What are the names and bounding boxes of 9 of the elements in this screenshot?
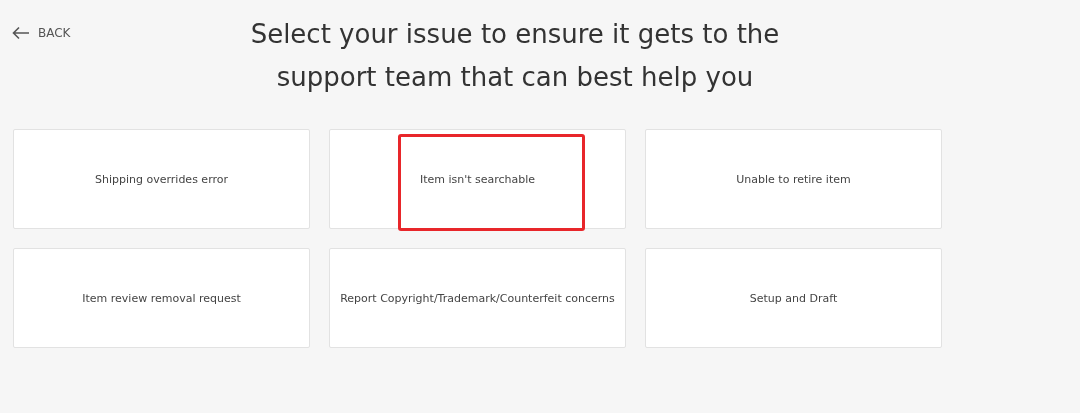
arrow-left-icon [12, 26, 30, 40]
issue-card[interactable]: Item review removal request [13, 248, 310, 348]
issue-card[interactable]: Unable to retire item [645, 129, 942, 229]
page-title: Select your issue to ensure it gets to the support team that can best help you [249, 18, 781, 94]
issue-card[interactable]: Setup and Draft [645, 248, 942, 348]
issue-card[interactable]: Item isn't searchable [329, 129, 626, 229]
back-button[interactable]: BACK [12, 26, 71, 40]
issue-card[interactable]: Report Copyright/Trademark/Counterfeit concerns [329, 248, 626, 348]
issue-card[interactable]: Shipping overrides error [13, 129, 310, 229]
